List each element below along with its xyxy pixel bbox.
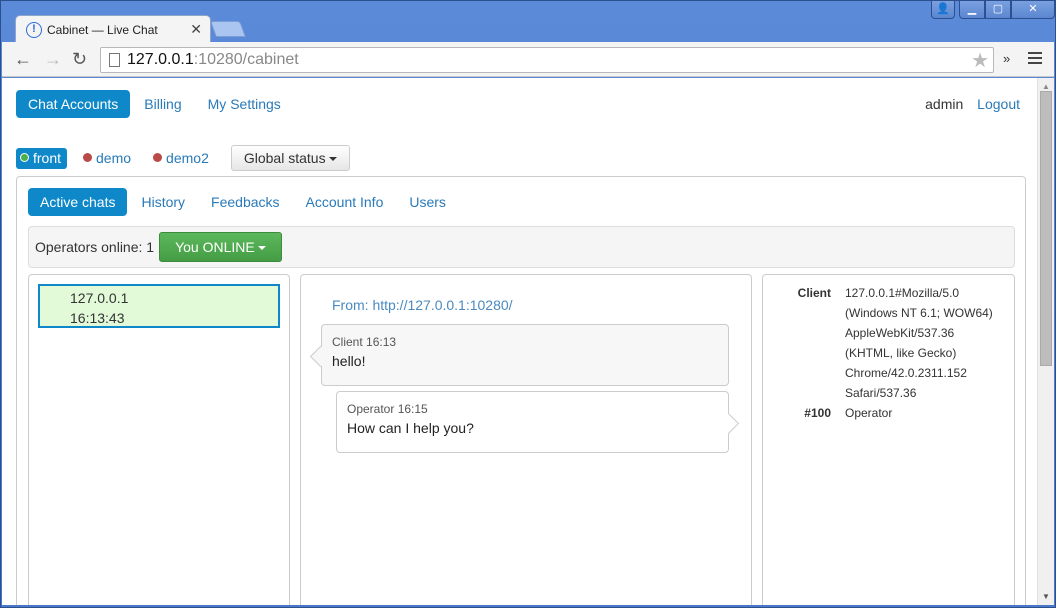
account-front[interactable]: front (16, 147, 68, 169)
info-value: AppleWebKit/537.36 (845, 326, 955, 340)
tab-history[interactable]: History (129, 188, 197, 216)
conversation-panel: From: http://127.0.0.1:10280/ Client 16:… (300, 274, 752, 605)
message-text: How can I help you? (347, 420, 474, 436)
new-tab-button[interactable] (210, 21, 246, 37)
client-info-panel: Client 127.0.0.1#Mozilla/5.0 (Windows NT… (762, 274, 1015, 605)
operators-bar: Operators online: 1 You ONLINE (28, 226, 1015, 268)
browser-toolbar: ← → ↻ 127.0.0.1:10280/cabinet ★ » (2, 42, 1054, 77)
reload-icon[interactable]: ↻ (72, 49, 87, 70)
offline-status-icon (153, 153, 163, 162)
message-text: hello! (332, 353, 366, 369)
info-key: Client (797, 286, 831, 300)
page-viewport: Chat Accounts Billing My Settings admin … (2, 78, 1054, 605)
info-value: 127.0.0.1#Mozilla/5.0 (845, 286, 960, 300)
alert-icon: ! (26, 21, 42, 38)
nav-billing[interactable]: Billing (132, 90, 193, 118)
info-value: (KHTML, like Gecko) (845, 346, 957, 360)
account-demo2[interactable]: demo2 (149, 148, 215, 169)
username: admin (925, 96, 964, 112)
main-nav: Chat Accounts Billing My Settings (16, 90, 295, 118)
chat-ip: 127.0.0.1 (70, 290, 129, 306)
caret-down-icon (257, 246, 266, 251)
sub-nav: Active chats History Feedbacks Account I… (28, 188, 460, 216)
global-status-dropdown[interactable]: Global status (230, 145, 350, 171)
info-key: #100 (804, 406, 831, 420)
browser-tab[interactable]: ! Cabinet — Live Chat ✕ (15, 15, 211, 43)
info-value: (Windows NT 6.1; WOW64) (845, 306, 993, 320)
from-url-link[interactable]: From: http://127.0.0.1:10280/ (332, 297, 513, 313)
url-text: 127.0.0.1:10280/cabinet (127, 51, 299, 68)
user-area: admin Logout (925, 96, 1020, 112)
back-icon[interactable]: ← (14, 49, 32, 70)
account-panel: Active chats History Feedbacks Account I… (16, 176, 1026, 605)
minimize-button[interactable]: ▁ (959, 1, 985, 19)
operator-message: Operator 16:15 How can I help you? (336, 391, 729, 453)
scroll-up-arrow-icon[interactable]: ▲ (1042, 82, 1050, 91)
close-window-button[interactable]: ✕ (1011, 1, 1055, 19)
bookmark-star-icon[interactable]: ★ (971, 48, 989, 73)
extensions-overflow-icon[interactable]: » (1003, 51, 1010, 66)
scroll-down-arrow-icon[interactable]: ▼ (1042, 592, 1050, 601)
tab-title: Cabinet — Live Chat (47, 22, 158, 37)
online-status-icon (20, 153, 29, 162)
account-demo[interactable]: demo (79, 148, 137, 169)
address-bar[interactable]: 127.0.0.1:10280/cabinet ★ (100, 47, 994, 73)
client-message: Client 16:13 hello! (321, 324, 729, 386)
page-icon (109, 53, 120, 67)
forward-icon[interactable]: → (44, 49, 62, 70)
tab-account-info[interactable]: Account Info (294, 188, 396, 216)
info-value: Operator (845, 406, 893, 420)
message-meta: Operator 16:15 (347, 402, 428, 416)
close-tab-icon[interactable]: ✕ (190, 21, 202, 38)
caret-down-icon (328, 157, 337, 162)
chat-time: 16:13:43 (70, 310, 125, 326)
info-value: Safari/537.36 (845, 386, 917, 400)
title-bar: ! Cabinet — Live Chat ✕ 👤 ▁ ▢ ✕ (1, 1, 1055, 43)
menu-icon[interactable] (1028, 52, 1042, 67)
chat-list: 127.0.0.1 16:13:43 (28, 274, 290, 605)
operators-online-count: Operators online: 1 (35, 239, 155, 255)
scroll-thumb[interactable] (1040, 91, 1052, 366)
tab-feedbacks[interactable]: Feedbacks (199, 188, 291, 216)
account-selector: front demo demo2 Global status (16, 145, 350, 171)
logout-link[interactable]: Logout (977, 96, 1020, 112)
chat-list-item[interactable]: 127.0.0.1 16:13:43 (38, 284, 280, 328)
offline-status-icon (83, 153, 93, 162)
tab-active-chats[interactable]: Active chats (28, 188, 128, 216)
nav-chat-accounts[interactable]: Chat Accounts (16, 90, 131, 118)
tab-users[interactable]: Users (397, 188, 458, 216)
info-row-client: Client 127.0.0.1#Mozilla/5.0 (Windows NT… (763, 283, 1014, 403)
nav-my-settings[interactable]: My Settings (196, 90, 293, 118)
user-profile-icon[interactable]: 👤 (931, 1, 955, 19)
operator-status-dropdown[interactable]: You ONLINE (159, 232, 282, 262)
info-row-operator: #100 Operator (763, 403, 1014, 423)
info-value: Chrome/42.0.2311.152 (845, 366, 967, 380)
message-meta: Client 16:13 (332, 335, 397, 349)
maximize-button[interactable]: ▢ (985, 1, 1011, 19)
page-scrollbar[interactable]: ▲ ▼ (1037, 78, 1054, 605)
browser-window: ! Cabinet — Live Chat ✕ 👤 ▁ ▢ ✕ ← → ↻ 12… (0, 0, 1056, 608)
